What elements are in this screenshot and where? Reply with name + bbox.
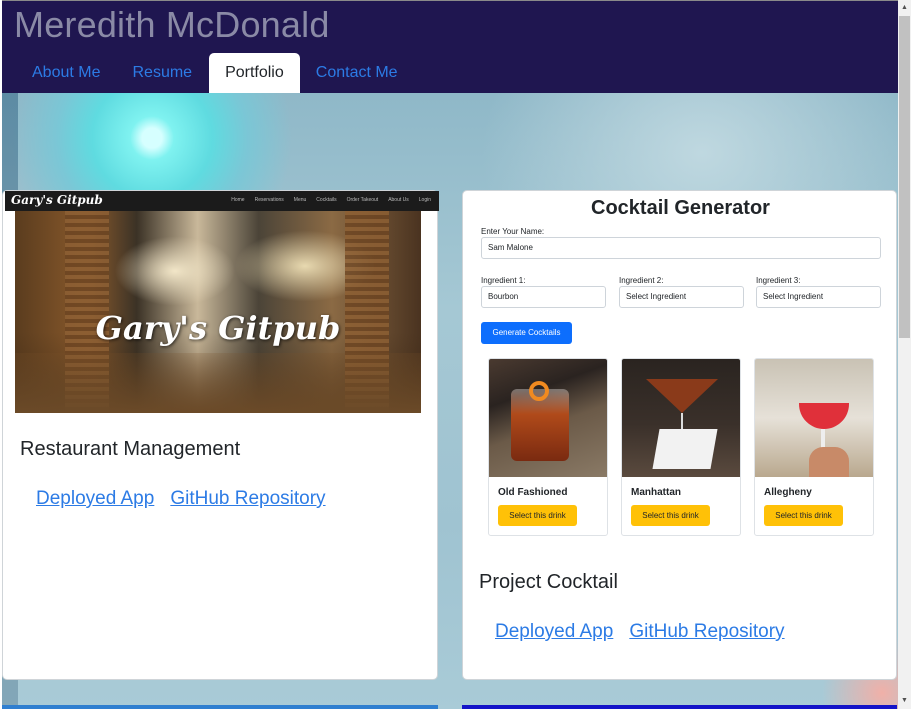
deployed-app-link[interactable]: Deployed App — [495, 621, 613, 643]
scrollbar-thumb[interactable] — [899, 16, 910, 338]
project-card-cocktail: Cocktail Generator Enter Your Name: Sam … — [462, 190, 897, 680]
ingredient-label: Ingredient 1: — [481, 276, 526, 285]
drink-name: Manhattan — [631, 487, 681, 498]
screenshot-logo: Gary's Gitpub — [11, 193, 103, 207]
napkin-shape — [652, 429, 718, 469]
ingredient-select: Bourbon — [481, 286, 606, 308]
screenshot-menu-item: About Us — [388, 197, 409, 203]
main-nav: About Me Resume Portfolio Contact Me — [16, 53, 414, 94]
restaurant-photo: Gary's Gitpub — [15, 211, 421, 413]
github-repository-link[interactable]: GitHub Repository — [170, 488, 325, 510]
ingredient-select: Select Ingredient — [619, 286, 744, 308]
tab-contact-me[interactable]: Contact Me — [300, 53, 414, 94]
screenshot-menu-item: Order Takeout — [346, 197, 379, 203]
hand-shape — [809, 447, 849, 477]
old-fashioned-photo — [489, 359, 607, 477]
cocktail-generator-heading: Cocktail Generator — [591, 197, 770, 219]
scroll-up-icon[interactable]: ▲ — [898, 1, 911, 15]
github-repository-link[interactable]: GitHub Repository — [629, 621, 784, 643]
ingredient-select: Select Ingredient — [756, 286, 881, 308]
screenshot-menu-item: Menu — [293, 197, 307, 203]
tab-portfolio[interactable]: Portfolio — [209, 53, 300, 94]
screenshot-menu-item: Reservations — [254, 197, 284, 203]
deployed-app-link[interactable]: Deployed App — [36, 488, 154, 510]
next-card-edge — [2, 705, 438, 709]
project-links: Deployed App GitHub Repository — [495, 621, 785, 643]
project-card-restaurant: Gary's Gitpub Home Reservations Menu Coc… — [2, 190, 439, 680]
tab-resume[interactable]: Resume — [116, 53, 208, 94]
name-field: Sam Malone — [481, 237, 881, 259]
ingredient-label: Ingredient 3: — [756, 276, 801, 285]
select-drink-button: Select this drink — [631, 505, 710, 526]
select-drink-button: Select this drink — [764, 505, 843, 526]
screenshot-navbar: Gary's Gitpub Home Reservations Menu Coc… — [5, 191, 439, 211]
glass-shape — [646, 379, 718, 413]
name-label: Enter Your Name: — [481, 227, 545, 236]
screenshot-menu-item: Login — [418, 197, 431, 203]
manhattan-photo — [622, 359, 740, 477]
next-card-edge — [462, 705, 897, 709]
site-header: Meredith McDonald About Me Resume Portfo… — [2, 0, 898, 94]
orange-peel-shape — [529, 381, 549, 401]
tab-about-me[interactable]: About Me — [16, 53, 116, 94]
glass-shape — [799, 403, 849, 429]
screenshot-menu-item: Home — [231, 197, 245, 203]
scroll-down-icon[interactable]: ▼ — [898, 694, 911, 708]
ingredient-label: Ingredient 2: — [619, 276, 664, 285]
generate-cocktails-button: Generate Cocktails — [481, 322, 572, 344]
project-title: Restaurant Management — [20, 438, 241, 460]
screenshot-menu: Home Reservations Menu Cocktails Order T… — [231, 197, 431, 203]
drink-card: Allegheny Select this drink — [754, 358, 874, 536]
photo-floor — [15, 353, 421, 413]
project-links: Deployed App GitHub Repository — [36, 488, 326, 510]
project-screenshot-restaurant[interactable]: Gary's Gitpub Home Reservations Menu Coc… — [5, 191, 439, 415]
screenshot-menu-item: Cocktails — [316, 197, 337, 203]
drink-name: Old Fashioned — [498, 487, 568, 498]
site-title: Meredith McDonald — [14, 4, 330, 45]
drink-card: Manhattan Select this drink — [621, 358, 741, 536]
allegheny-photo — [755, 359, 873, 477]
select-drink-button: Select this drink — [498, 505, 577, 526]
drink-card: Old Fashioned Select this drink — [488, 358, 608, 536]
drink-name: Allegheny — [764, 487, 812, 498]
project-title: Project Cocktail — [479, 571, 618, 593]
screenshot-hero-text: Gary's Gitpub — [95, 309, 341, 347]
page-frame: Meredith McDonald About Me Resume Portfo… — [0, 0, 898, 709]
